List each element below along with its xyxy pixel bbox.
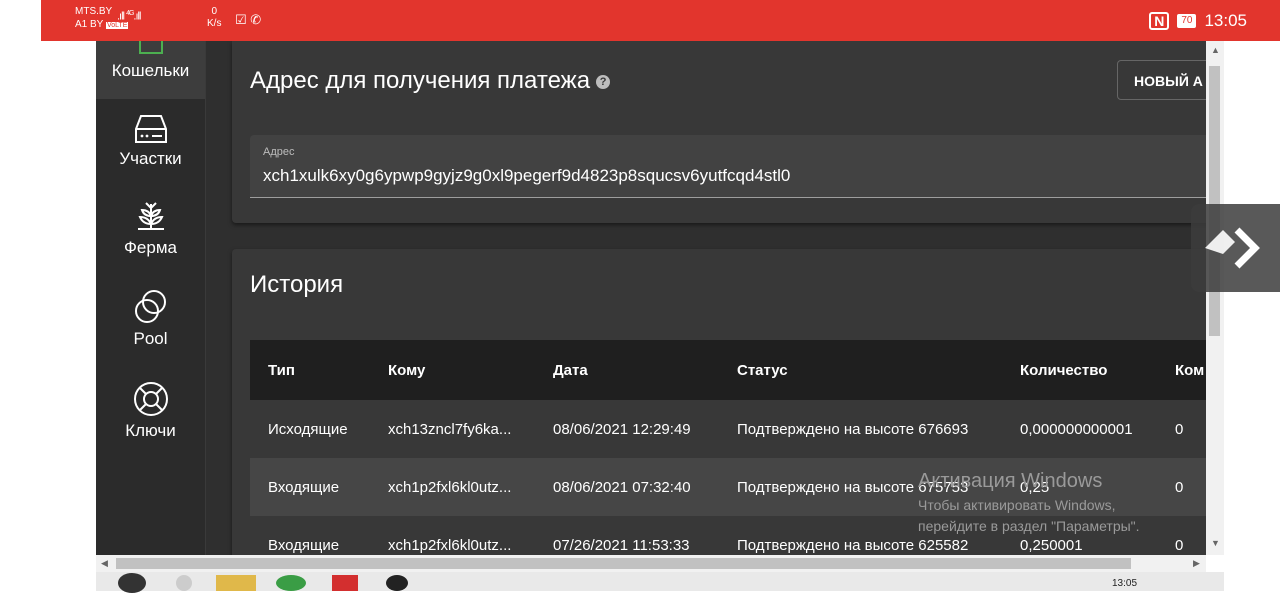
cell-type: Входящие	[250, 516, 370, 555]
sidebar-item-label: Ферма	[124, 238, 177, 257]
column-header-amount[interactable]: Количество	[1002, 340, 1157, 400]
vertical-scrollbar[interactable]: ▲ ▼	[1206, 41, 1224, 555]
notification-icons: ☑ ✆	[235, 12, 261, 28]
horizontal-scroll-thumb[interactable]	[116, 558, 1131, 569]
history-title: История	[250, 271, 344, 298]
cell-status: Подтверждено на высоте 676693	[719, 400, 1002, 458]
address-value[interactable]: xch1xulk6xy0g6ypwp9gyjz9g0xl9pegerf9d482…	[263, 166, 790, 186]
side-panel-handle[interactable]	[1191, 204, 1280, 292]
cell-date: 08/06/2021 12:29:49	[535, 400, 719, 458]
receive-address-card: Адрес для получения платежа? НОВЫЙ А Адр…	[232, 41, 1206, 223]
sprout-icon	[137, 202, 164, 230]
watermark-line-3: перейдите в раздел "Параметры".	[918, 518, 1140, 534]
cell-to: xch1p2fxl6kl0utz...	[370, 516, 535, 555]
windows-activation-watermark: Активация Windows	[918, 470, 1103, 492]
status-time: 13:05	[1204, 11, 1247, 30]
address-field-label: Адрес	[263, 146, 295, 158]
watermark-line-2: Чтобы активировать Windows,	[918, 497, 1116, 513]
cell-type: Исходящие	[250, 400, 370, 458]
net-type: 4G	[126, 10, 134, 17]
sidebar-item-plots[interactable]: Участки	[96, 113, 205, 169]
scroll-down-arrow-icon[interactable]: ▼	[1211, 538, 1220, 548]
sidebar-item-label: Pool	[133, 329, 168, 348]
start-orb-icon[interactable]	[118, 573, 146, 593]
sidebar-item-pool[interactable]: Pool	[96, 289, 205, 349]
horizontal-scrollbar[interactable]: ◀ ▶	[96, 555, 1206, 572]
scroll-left-arrow-icon[interactable]: ◀	[101, 558, 108, 569]
file-explorer-icon[interactable]	[216, 575, 256, 591]
nfc-icon: N	[1149, 12, 1170, 30]
search-icon[interactable]	[176, 575, 192, 591]
taskbar-clock[interactable]: 13:05	[1112, 578, 1137, 589]
table-row[interactable]: Исходящие xch13zncl7fy6ka... 08/06/2021 …	[250, 400, 1206, 458]
windows-taskbar: 13:05	[96, 572, 1224, 593]
speed-unit: K/s	[207, 18, 222, 29]
browser-icon[interactable]	[276, 575, 306, 591]
cell-fee: 0	[1157, 516, 1206, 555]
column-header-status[interactable]: Статус	[719, 340, 1002, 400]
receive-title: Адрес для получения платежа	[250, 67, 591, 94]
cell-amount: 0,000000000001	[1002, 400, 1157, 458]
android-status-bar: MTS.BY A1 BY VoLTE .ıll 4G.ıll 0 K/s ☑ ✆…	[41, 0, 1280, 41]
help-icon[interactable]: ?	[596, 74, 611, 89]
cell-fee: 0	[1157, 400, 1206, 458]
pool-icon	[134, 290, 166, 323]
column-header-to[interactable]: Кому	[370, 340, 535, 400]
column-header-fee[interactable]: Ком	[1157, 340, 1206, 400]
new-address-button[interactable]: НОВЫЙ А	[1117, 60, 1206, 100]
column-header-type[interactable]: Тип	[250, 340, 370, 400]
vertical-scroll-thumb[interactable]	[1209, 66, 1220, 336]
column-header-date[interactable]: Дата	[535, 340, 719, 400]
cell-fee: 0	[1157, 458, 1206, 516]
sidebar-item-label: Участки	[119, 149, 182, 168]
sidebar: Кошельки Участки Ферма Pool Ключи	[96, 41, 206, 555]
volte-badge: VoLTE	[105, 22, 129, 29]
scroll-up-arrow-icon[interactable]: ▲	[1211, 45, 1220, 55]
scroll-right-arrow-icon[interactable]: ▶	[1193, 558, 1200, 569]
chia-icon[interactable]	[386, 575, 408, 591]
app-icon[interactable]	[332, 575, 358, 591]
whatsapp-icon: ✆	[250, 12, 262, 27]
speed-value: 0	[211, 6, 217, 17]
cell-date: 07/26/2021 11:53:33	[535, 516, 719, 555]
sidebar-item-wallets[interactable]: Кошельки	[96, 41, 205, 99]
double-chevron-right-icon	[1205, 227, 1260, 269]
table-header-row: Тип Кому Дата Статус Количество Ком	[250, 340, 1206, 400]
sidebar-item-label: Ключи	[125, 421, 176, 440]
cell-date: 08/06/2021 07:32:40	[535, 458, 719, 516]
network-speed: 0 K/s	[207, 6, 221, 30]
signal-icon: .ıll 4G.ıll	[117, 10, 141, 23]
sidebar-item-farm[interactable]: Ферма	[96, 198, 205, 258]
address-field[interactable]: Адрес xch1xulk6xy0g6ypwp9gyjz9g0xl9peger…	[250, 135, 1206, 198]
cell-to: xch1p2fxl6kl0utz...	[370, 458, 535, 516]
wallet-icon	[138, 41, 163, 54]
cell-type: Входящие	[250, 458, 370, 516]
sidebar-item-keys[interactable]: Ключи	[96, 381, 205, 441]
cell-to: xch13zncl7fy6ka...	[370, 400, 535, 458]
lifebuoy-icon	[133, 382, 168, 416]
drive-icon	[134, 115, 167, 143]
battery-icon: 70	[1177, 14, 1197, 28]
checkbox-notification-icon: ☑	[235, 12, 247, 27]
sidebar-item-label: Кошельки	[111, 61, 190, 80]
operator-2: A1 BY	[75, 19, 104, 30]
